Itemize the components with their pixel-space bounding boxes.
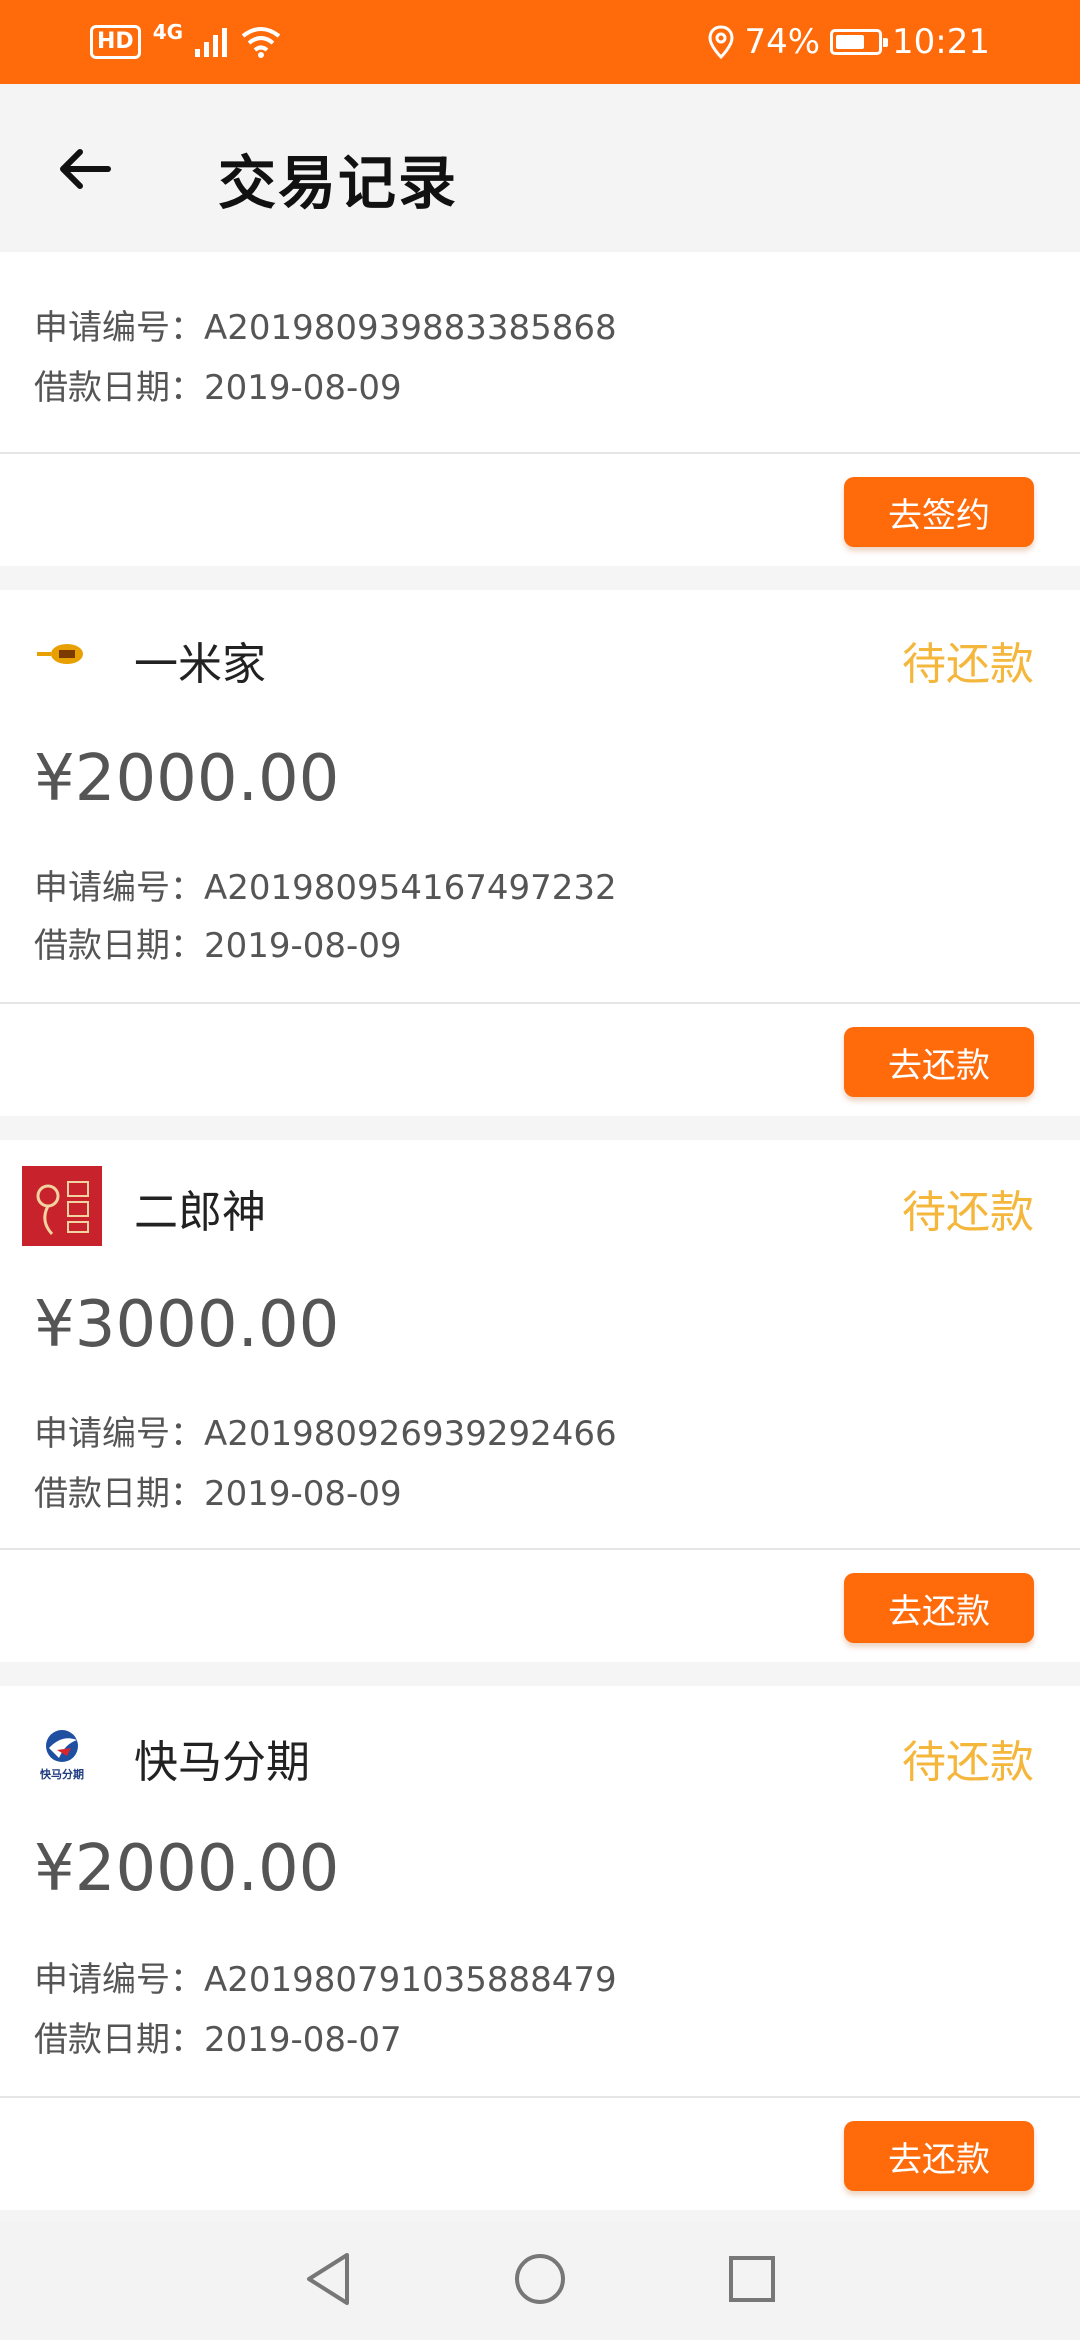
nav-back-icon bbox=[307, 2253, 349, 2305]
loan-amount: ¥2000.00 bbox=[34, 742, 340, 816]
loan-date-label: 借款日期： bbox=[34, 2020, 204, 2060]
sign-contract-button[interactable]: 去签约 bbox=[844, 477, 1034, 547]
loan-date-label: 借款日期： bbox=[34, 1474, 204, 1514]
apply-number-label: 申请编号： bbox=[34, 1414, 204, 1454]
company-logo: 快马分期 bbox=[22, 1714, 102, 1794]
yimijia-logo-icon bbox=[37, 644, 83, 664]
loan-date: 借款日期：2019-08-09 bbox=[34, 360, 402, 409]
apply-number-label: 申请编号： bbox=[34, 308, 204, 348]
back-button[interactable] bbox=[50, 134, 120, 204]
page-title: 交易记录 bbox=[218, 149, 459, 217]
loan-date-value: 2019-08-09 bbox=[204, 368, 402, 408]
nav-home-button[interactable] bbox=[513, 2252, 567, 2310]
apply-number: 申请编号：A201980954167497232 bbox=[34, 860, 617, 909]
apply-number-value: A201980926939292466 bbox=[204, 1414, 617, 1454]
loan-date-value: 2019-08-09 bbox=[204, 1474, 402, 1514]
app-header: 交易记录 bbox=[0, 84, 1080, 252]
company-name: 二郎神 bbox=[134, 1187, 266, 1238]
erlangshen-logo-icon bbox=[22, 1166, 102, 1246]
card-body: 二郎神 待还款 ¥3000.00 申请编号：A20198092693929246… bbox=[0, 1140, 1080, 1548]
apply-number-value: A201980939883385868 bbox=[204, 308, 617, 348]
loan-date-label: 借款日期： bbox=[34, 368, 204, 408]
back-arrow-icon bbox=[60, 149, 111, 189]
loan-date: 借款日期：2019-08-09 bbox=[34, 918, 402, 967]
transaction-card: 二郎神 待还款 ¥3000.00 申请编号：A20198092693929246… bbox=[0, 1140, 1080, 1662]
card-footer: 去还款 bbox=[0, 1002, 1080, 1116]
logo-caption: 快马分期 bbox=[40, 1768, 84, 1781]
apply-number-value: A201980791035888479 bbox=[204, 1960, 617, 2000]
apply-number-value: A201980954167497232 bbox=[204, 868, 617, 908]
loan-date: 借款日期：2019-08-09 bbox=[34, 1466, 402, 1515]
system-nav-bar bbox=[0, 2222, 1080, 2340]
repay-button[interactable]: 去还款 bbox=[844, 1027, 1034, 1097]
apply-number: 申请编号：A201980939883385868 bbox=[34, 300, 617, 349]
loan-amount: ¥2000.00 bbox=[34, 1832, 340, 1906]
card-body: 一米家 待还款 ¥2000.00 申请编号：A20198095416749723… bbox=[0, 590, 1080, 1002]
nav-recent-button[interactable] bbox=[727, 2254, 777, 2308]
card-body: 申请编号：A201980939883385868 借款日期：2019-08-09 bbox=[0, 252, 1080, 452]
company-logo bbox=[22, 614, 102, 694]
loan-date-value: 2019-08-07 bbox=[204, 2020, 402, 2060]
card-footer: 去还款 bbox=[0, 2096, 1080, 2210]
card-body: 快马分期 快马分期 待还款 ¥2000.00 申请编号：A20198079103… bbox=[0, 1686, 1080, 2096]
status-left: HD 4G bbox=[90, 20, 281, 64]
card-footer: 去还款 bbox=[0, 1548, 1080, 1662]
company-name: 一米家 bbox=[134, 639, 266, 690]
signal-icon bbox=[195, 28, 228, 57]
loan-amount: ¥3000.00 bbox=[34, 1288, 340, 1362]
apply-number: 申请编号：A201980791035888479 bbox=[34, 1952, 617, 2001]
battery-fill bbox=[836, 35, 865, 49]
loan-date: 借款日期：2019-08-07 bbox=[34, 2012, 402, 2061]
nav-recent-icon bbox=[729, 2256, 775, 2302]
network-type: 4G bbox=[152, 20, 184, 44]
nav-home-icon bbox=[515, 2254, 565, 2304]
status-right: 74% 10:21 bbox=[708, 18, 990, 66]
transaction-card: 一米家 待还款 ¥2000.00 申请编号：A20198095416749723… bbox=[0, 590, 1080, 1116]
loan-date-value: 2019-08-09 bbox=[204, 926, 402, 966]
status-badge: 待还款 bbox=[902, 639, 1034, 690]
apply-number-label: 申请编号： bbox=[34, 868, 204, 908]
repay-button[interactable]: 去还款 bbox=[844, 2121, 1034, 2191]
loan-date-label: 借款日期： bbox=[34, 926, 204, 966]
transaction-card: 快马分期 快马分期 待还款 ¥2000.00 申请编号：A20198079103… bbox=[0, 1686, 1080, 2210]
repay-button[interactable]: 去还款 bbox=[844, 1573, 1034, 1643]
battery-icon bbox=[830, 29, 889, 55]
status-badge: 待还款 bbox=[902, 1737, 1034, 1788]
hd-icon: HD bbox=[90, 25, 141, 59]
transaction-list[interactable]: 申请编号：A201980939883385868 借款日期：2019-08-09… bbox=[0, 252, 1080, 2222]
apply-number-label: 申请编号： bbox=[34, 1960, 204, 2000]
kuaima-logo-icon bbox=[46, 1730, 78, 1762]
company-logo bbox=[22, 1166, 102, 1246]
battery-percent: 74% bbox=[744, 22, 821, 62]
company-name: 快马分期 bbox=[134, 1737, 310, 1788]
location-icon bbox=[708, 25, 734, 59]
wifi-icon bbox=[241, 27, 281, 58]
nav-back-button[interactable] bbox=[303, 2251, 353, 2311]
card-footer: 去签约 bbox=[0, 452, 1080, 566]
status-bar: HD 4G 74% 10:21 bbox=[0, 0, 1080, 84]
apply-number: 申请编号：A201980926939292466 bbox=[34, 1406, 617, 1455]
transaction-card: 申请编号：A201980939883385868 借款日期：2019-08-09… bbox=[0, 252, 1080, 566]
clock: 10:21 bbox=[892, 22, 990, 62]
status-badge: 待还款 bbox=[902, 1187, 1034, 1238]
